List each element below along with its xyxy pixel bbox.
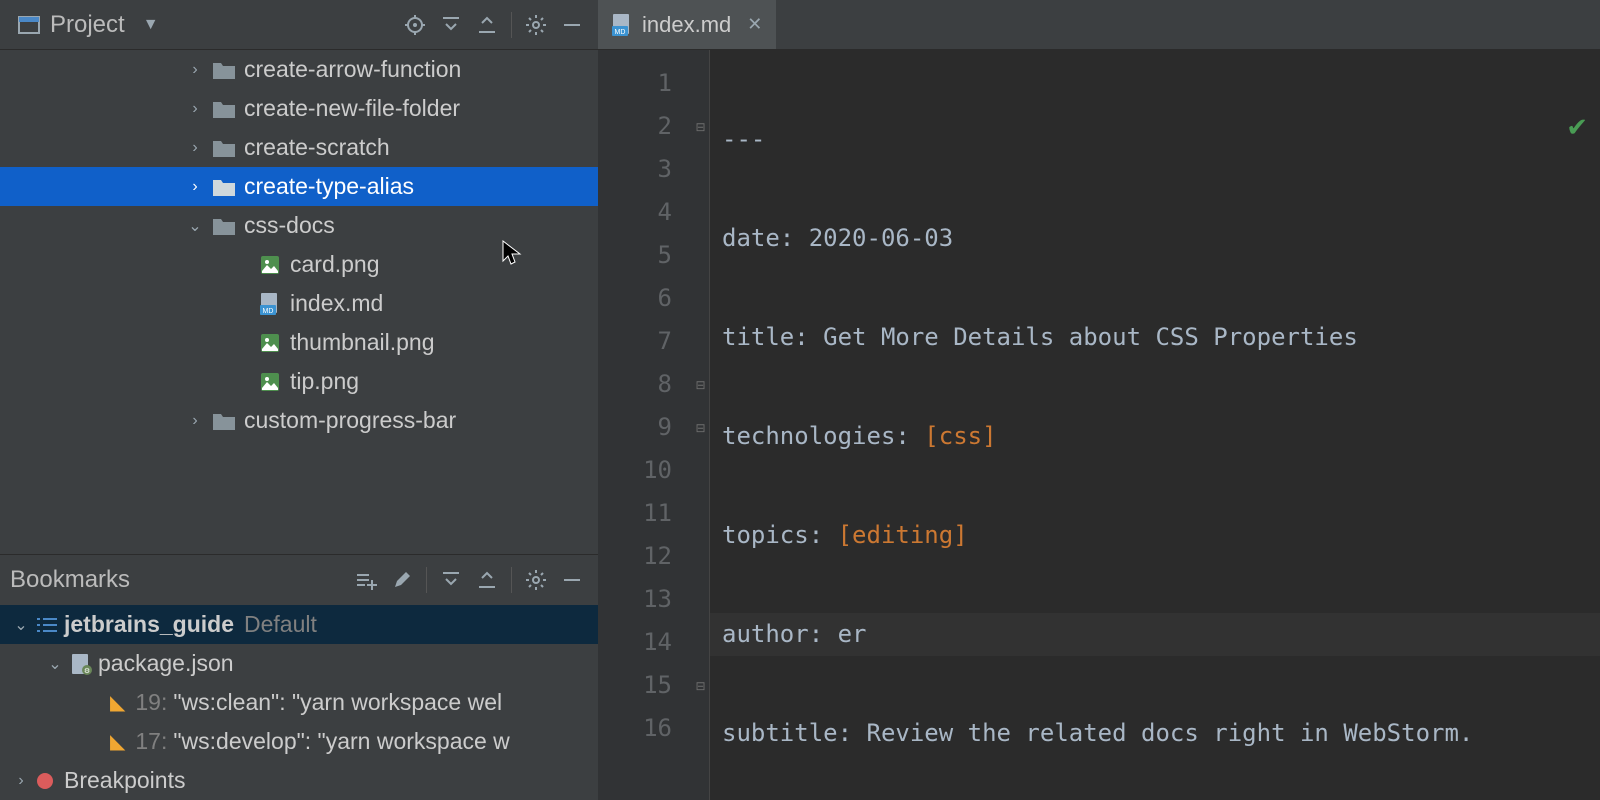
collapse-all-icon[interactable] [469, 562, 505, 598]
chevron-right-icon[interactable]: › [180, 61, 210, 79]
tree-file[interactable]: card.png [0, 245, 598, 284]
tree-label: create-scratch [244, 134, 390, 161]
folder-icon [210, 217, 238, 235]
chevron-right-icon[interactable]: › [180, 139, 210, 157]
divider [511, 567, 512, 593]
fold-column[interactable]: ⊟⊟⊟⊟ [692, 50, 710, 800]
bookmarks-title: Bookmarks [10, 566, 130, 594]
chevron-down-icon[interactable]: ⌄ [40, 654, 70, 674]
bookmark-flag-icon: ◣ [110, 729, 125, 754]
collapse-all-icon[interactable] [469, 7, 505, 43]
chevron-right-icon[interactable]: › [180, 100, 210, 118]
hide-panel-icon[interactable] [554, 7, 590, 43]
chevron-right-icon[interactable]: › [6, 772, 36, 790]
bookmark-item[interactable]: ◣ 19: "ws:clean": "yarn workspace wel [0, 683, 598, 722]
editor-tab-bar: MD index.md ✕ [598, 0, 1600, 50]
tree-file[interactable]: tip.png [0, 362, 598, 401]
breakpoints-label: Breakpoints [64, 767, 185, 794]
bookmark-text: "ws:clean": "yarn workspace wel [173, 689, 502, 716]
markdown-file-icon: MD [612, 14, 632, 36]
breakpoint-icon [36, 772, 64, 790]
tree-folder[interactable]: ⌄ css-docs [0, 206, 598, 245]
tree-folder[interactable]: › create-scratch [0, 128, 598, 167]
edit-icon[interactable] [384, 562, 420, 598]
tree-label: create-type-alias [244, 173, 414, 200]
chevron-right-icon[interactable]: › [180, 412, 210, 430]
project-title[interactable]: Project [50, 11, 125, 39]
add-bookmark-icon[interactable] [348, 562, 384, 598]
markdown-file-icon: MD [256, 293, 284, 315]
line-number-gutter: 12345678910111213141516 [598, 50, 692, 800]
bookmarks-header: Bookmarks [0, 555, 598, 605]
folder-icon [210, 139, 238, 157]
locate-file-icon[interactable] [397, 7, 433, 43]
image-file-icon [256, 333, 284, 353]
folder-icon [210, 178, 238, 196]
tree-label: create-new-file-folder [244, 95, 460, 122]
svg-text:⚙: ⚙ [84, 667, 90, 675]
close-tab-icon[interactable]: ✕ [747, 14, 762, 35]
tree-folder[interactable]: › custom-progress-bar [0, 401, 598, 440]
divider [511, 12, 512, 38]
chevron-right-icon[interactable]: › [180, 178, 210, 196]
bookmarks-tree[interactable]: ⌄ jetbrains_guide Default ⌄ ⚙ package.js… [0, 605, 598, 800]
expand-all-icon[interactable] [433, 7, 469, 43]
json-file-icon: ⚙ [70, 653, 98, 675]
bookmark-text: "ws:develop": "yarn workspace w [173, 728, 509, 755]
project-view-dropdown-icon[interactable]: ▼ [143, 16, 159, 34]
tree-label: create-arrow-function [244, 56, 461, 83]
inspection-ok-icon[interactable]: ✔ [1566, 112, 1588, 143]
project-toolwindow-icon [18, 14, 40, 36]
svg-text:MD: MD [263, 308, 274, 315]
folder-icon [210, 100, 238, 118]
bookmark-line: 19: [135, 689, 167, 716]
bookmark-file-name: package.json [98, 650, 234, 677]
editor-body[interactable]: 12345678910111213141516 ⊟⊟⊟⊟ --- date: 2… [598, 50, 1600, 800]
tree-label: css-docs [244, 212, 335, 239]
image-file-icon [256, 255, 284, 275]
tree-folder-selected[interactable]: › create-type-alias [0, 167, 598, 206]
image-file-icon [256, 372, 284, 392]
tree-file[interactable]: thumbnail.png [0, 323, 598, 362]
bookmark-group-name: jetbrains_guide [64, 611, 234, 638]
chevron-down-icon[interactable]: ⌄ [180, 216, 210, 236]
bookmark-group[interactable]: ⌄ jetbrains_guide Default [0, 605, 598, 644]
bookmark-flag-icon: ◣ [110, 690, 125, 715]
settings-gear-icon[interactable] [518, 7, 554, 43]
divider [426, 567, 427, 593]
tree-label: thumbnail.png [290, 329, 435, 356]
bookmark-group-tag: Default [244, 611, 317, 638]
bookmark-item[interactable]: ◣ 17: "ws:develop": "yarn workspace w [0, 722, 598, 761]
tree-folder[interactable]: › create-arrow-function [0, 50, 598, 89]
hide-panel-icon[interactable] [554, 562, 590, 598]
tree-folder[interactable]: › create-new-file-folder [0, 89, 598, 128]
project-tool-header: Project ▼ [0, 0, 598, 50]
expand-all-icon[interactable] [433, 562, 469, 598]
editor-content[interactable]: --- date: 2020-06-03 title: Get More Det… [710, 50, 1600, 800]
tree-file[interactable]: MD index.md [0, 284, 598, 323]
tree-label: custom-progress-bar [244, 407, 456, 434]
editor-tab[interactable]: MD index.md ✕ [598, 0, 776, 49]
settings-gear-icon[interactable] [518, 562, 554, 598]
project-tree[interactable]: › create-arrow-function › create-new-fil… [0, 50, 598, 554]
bookmark-file[interactable]: ⌄ ⚙ package.json [0, 644, 598, 683]
folder-icon [210, 61, 238, 79]
tree-label: tip.png [290, 368, 359, 395]
breakpoints-group[interactable]: › Breakpoints [0, 761, 598, 800]
svg-text:MD: MD [615, 29, 626, 36]
tree-label: index.md [290, 290, 383, 317]
tab-filename: index.md [642, 12, 731, 38]
folder-icon [210, 412, 238, 430]
tree-label: card.png [290, 251, 380, 278]
bookmark-line: 17: [135, 728, 167, 755]
bookmarks-panel: Bookmarks ⌄ [0, 554, 598, 800]
list-icon [36, 616, 64, 634]
chevron-down-icon[interactable]: ⌄ [6, 615, 36, 635]
